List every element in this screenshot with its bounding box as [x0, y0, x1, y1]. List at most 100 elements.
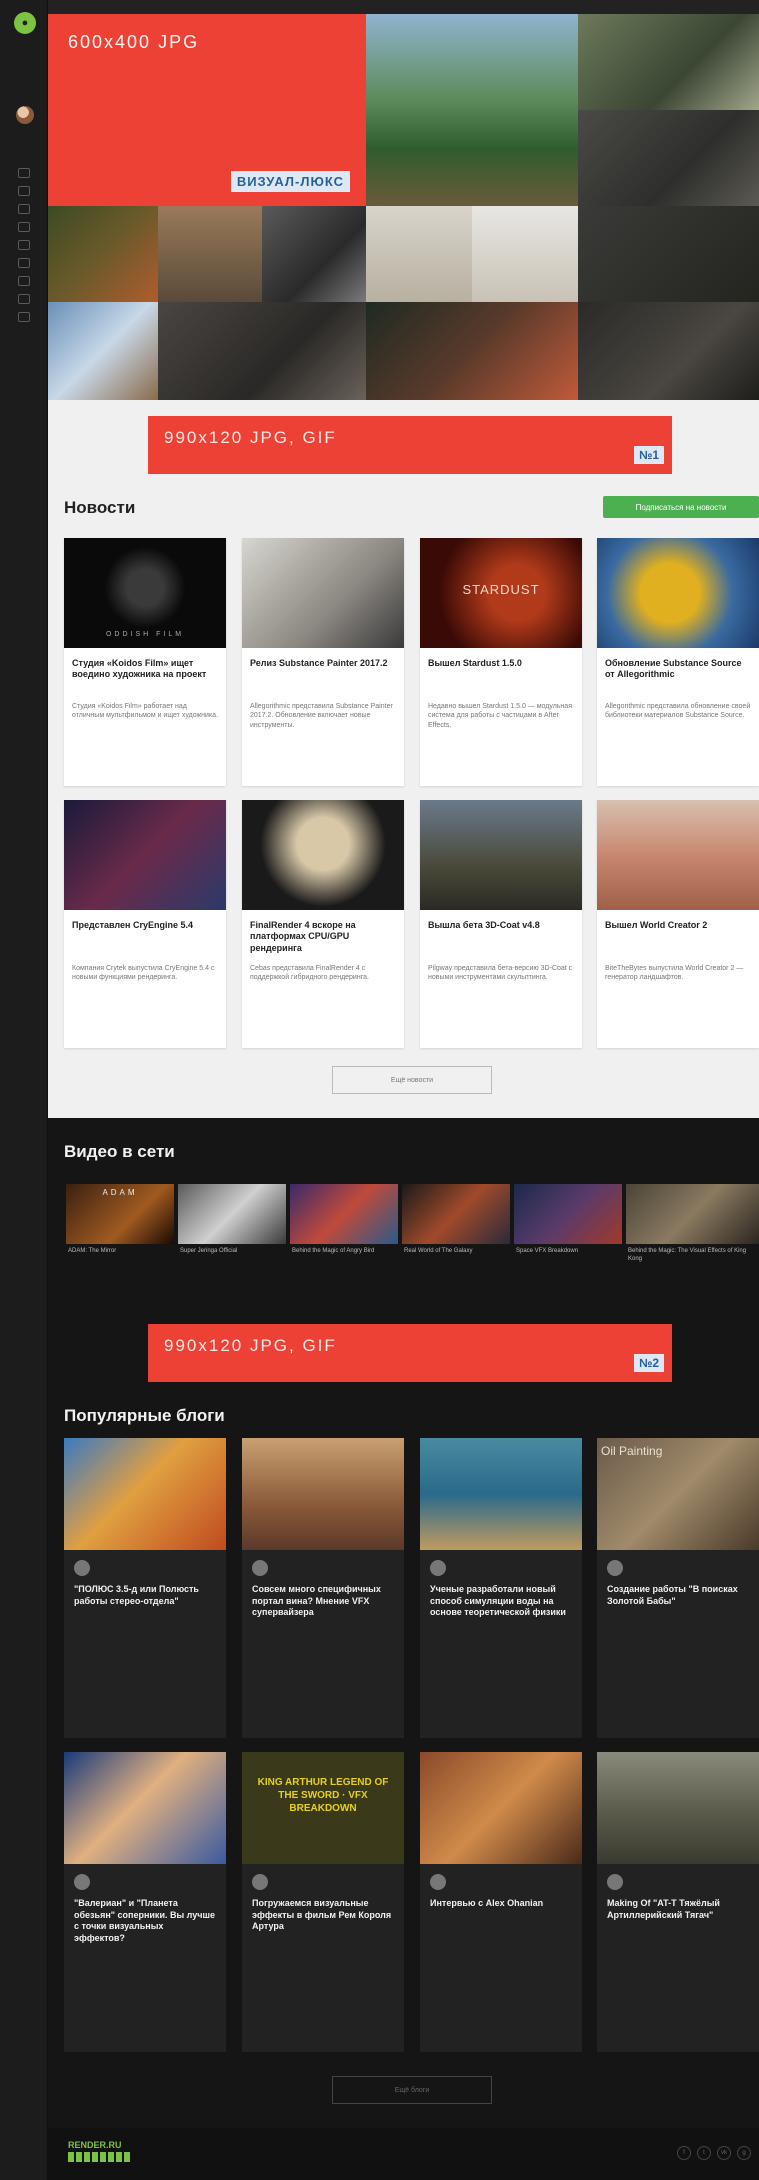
gallery-tile-room[interactable] — [158, 206, 262, 302]
blog-card[interactable]: Making Of "AT-T Тяжёлый Артиллерийский Т… — [597, 1752, 759, 2052]
toolbar-icon-5[interactable] — [18, 240, 30, 250]
hero-ad-placeholder[interactable]: 600x400 JPG ВИЗУАЛ-ЛЮКС — [48, 14, 366, 206]
footer-social-links: f t vk g — [677, 2146, 751, 2160]
more-news-button[interactable]: Ещё новости — [332, 1066, 492, 1094]
gallery-tile-window-room[interactable] — [48, 302, 158, 400]
subscribe-news-button[interactable]: Подписаться на новости — [603, 496, 759, 518]
blog-card[interactable]: "Валериан" и "Планета обезьян" соперники… — [64, 1752, 226, 2052]
gallery-tile-tropical[interactable] — [366, 14, 578, 206]
video-card-title[interactable]: Behind the Magic of Angry Bird — [290, 1244, 398, 1274]
blog-card-excerpt — [420, 1627, 582, 1673]
news-card[interactable]: Вышел World Creator 2 BiteTheBytes выпус… — [597, 800, 759, 1048]
main-content: 600x400 JPG ВИЗУАЛ-ЛЮКС 990x120 JPG, GIF… — [48, 0, 759, 2128]
footer-logo[interactable]: RENDER.RU — [68, 2140, 132, 2168]
gallery-tile-robot[interactable] — [262, 206, 366, 302]
toolbar-icon-9[interactable] — [18, 312, 30, 322]
user-avatar[interactable] — [16, 106, 34, 124]
news-card-title[interactable]: Вышел Stardust 1.5.0 — [420, 648, 582, 700]
blog-card[interactable]: Совсем много специфичных портал вина? Мн… — [242, 1438, 404, 1738]
gallery-tile-bright-room[interactable] — [366, 206, 472, 302]
google-plus-icon[interactable]: g — [737, 2146, 751, 2160]
video-card[interactable]: Real World of The Galaxy — [402, 1184, 510, 1294]
blog-card[interactable]: Oil Painting Создание работы "В поисках … — [597, 1438, 759, 1738]
gallery-tile-white-interior[interactable] — [472, 206, 578, 302]
news-card-image: STARDUST — [420, 538, 582, 648]
news-card[interactable]: STARDUST Вышел Stardust 1.5.0 Недавно вы… — [420, 538, 582, 786]
twitter-icon[interactable]: t — [697, 2146, 711, 2160]
video-card[interactable]: Super Jeringa Official — [178, 1184, 286, 1294]
blogs-heading: Популярные блоги — [64, 1406, 225, 1425]
news-card-title[interactable]: Обновление Substance Source от Allegorit… — [597, 648, 759, 700]
blog-card[interactable]: KING ARTHUR LEGEND OF THE SWORD · VFX BR… — [242, 1752, 404, 2052]
blog-card-title[interactable]: "ПОЛЮС 3.5-д или Полюсть работы стерео-о… — [64, 1580, 226, 1611]
video-card[interactable]: Behind the Magic: The Visual Effects of … — [626, 1184, 759, 1294]
video-card-image-caption: ADAM — [102, 1188, 138, 1197]
toolbar-icon-4[interactable] — [18, 222, 30, 232]
blog-author-avatar[interactable] — [252, 1874, 268, 1890]
blog-card-image: Oil Painting — [597, 1438, 759, 1550]
gallery-tile-mech[interactable] — [578, 302, 759, 400]
news-card[interactable]: FinalRender 4 вскоре на платформах CPU/G… — [242, 800, 404, 1048]
toolbar-icon-6[interactable] — [18, 258, 30, 268]
news-card[interactable]: Вышла бета 3D-Coat v4.8 Pilgway представ… — [420, 800, 582, 1048]
ad-banner-1[interactable]: 990x120 JPG, GIF №1 — [148, 416, 672, 474]
blog-card[interactable]: Интервью с Alex Ohanian — [420, 1752, 582, 2052]
news-card[interactable]: Релиз Substance Painter 2017.2 Allegorit… — [242, 538, 404, 786]
news-card-title[interactable]: Вышла бета 3D-Coat v4.8 — [420, 910, 582, 962]
news-card[interactable]: Представлен CryEngine 5.4 Компания Cryte… — [64, 800, 226, 1048]
blog-card-title[interactable]: Совсем много специфичных портал вина? Мн… — [242, 1580, 404, 1623]
blog-author-avatar[interactable] — [74, 1560, 90, 1576]
facebook-icon[interactable]: f — [677, 2146, 691, 2160]
video-card[interactable]: Space VFX Breakdown — [514, 1184, 622, 1294]
gallery-tile-fantasy-1[interactable] — [48, 206, 158, 302]
dark-section: Видео в сети ADAM ADAM: The Mirror Super… — [48, 1118, 759, 2128]
news-card[interactable]: Обновление Substance Source от Allegorit… — [597, 538, 759, 786]
blog-author-avatar[interactable] — [430, 1874, 446, 1890]
toolbar-icon-2[interactable] — [18, 186, 30, 196]
toolbar-icon-1[interactable] — [18, 168, 30, 178]
gallery-tile-dark-hall[interactable] — [578, 206, 759, 302]
blog-author-avatar[interactable] — [74, 1874, 90, 1890]
blog-card[interactable]: "ПОЛЮС 3.5-д или Полюсть работы стерео-о… — [64, 1438, 226, 1738]
video-card-title[interactable]: ADAM: The Mirror — [66, 1244, 174, 1274]
news-card[interactable]: ODDISH FILM Студия «Koidos Film» ищет во… — [64, 538, 226, 786]
blog-card-title[interactable]: Погружаемся визуальные эффекты в фильм Р… — [242, 1894, 404, 1937]
video-card[interactable]: Behind the Magic of Angry Bird — [290, 1184, 398, 1294]
blog-card-title[interactable]: Интервью с Alex Ohanian — [420, 1894, 582, 1914]
blog-author-avatar[interactable] — [607, 1560, 623, 1576]
video-card-title[interactable]: Space VFX Breakdown — [514, 1244, 622, 1274]
gallery-tile-house[interactable] — [578, 14, 759, 110]
vk-icon[interactable]: vk — [717, 2146, 731, 2160]
news-card-title[interactable]: FinalRender 4 вскоре на платформах CPU/G… — [242, 910, 404, 962]
more-blogs-button[interactable]: Ещё блоги — [332, 2076, 492, 2104]
video-card-title[interactable]: Real World of The Galaxy — [402, 1244, 510, 1274]
ad-banner-1-number: №1 — [633, 446, 664, 464]
videos-heading: Видео в сети — [64, 1142, 175, 1161]
blog-card-title[interactable]: Ученые разработали новый способ симуляци… — [420, 1580, 582, 1623]
blog-author-avatar[interactable] — [607, 1874, 623, 1890]
video-card-title[interactable]: Behind the Magic: The Visual Effects of … — [626, 1244, 759, 1274]
blog-author-avatar[interactable] — [430, 1560, 446, 1576]
news-card-image-caption: STARDUST — [462, 582, 540, 597]
gallery-tile-creature[interactable] — [158, 302, 366, 400]
ad-banner-2[interactable]: 990x120 JPG, GIF №2 — [148, 1324, 672, 1382]
news-card-title[interactable]: Представлен CryEngine 5.4 — [64, 910, 226, 962]
news-card-title[interactable]: Студия «Koidos Film» ищет воедино художн… — [64, 648, 226, 700]
blog-card-title[interactable]: Making Of "AT-T Тяжёлый Артиллерийский Т… — [597, 1894, 759, 1925]
news-card-title[interactable]: Вышел World Creator 2 — [597, 910, 759, 962]
gallery-tile-character[interactable] — [366, 302, 578, 400]
video-card-title[interactable]: Super Jeringa Official — [178, 1244, 286, 1274]
toolbar-icon-8[interactable] — [18, 294, 30, 304]
toolbar-icon-7[interactable] — [18, 276, 30, 286]
blog-author-avatar[interactable] — [252, 1560, 268, 1576]
blog-card-title[interactable]: "Валериан" и "Планета обезьян" соперники… — [64, 1894, 226, 1949]
site-logo-icon[interactable]: ● — [14, 12, 36, 34]
left-toolbar: ● — [0, 0, 48, 2180]
blog-card-title[interactable]: Создание работы "В поисках Золотой Бабы" — [597, 1580, 759, 1611]
news-card-title[interactable]: Релиз Substance Painter 2017.2 — [242, 648, 404, 700]
video-card[interactable]: ADAM ADAM: The Mirror — [66, 1184, 174, 1294]
gallery-tile-interior-dark[interactable] — [578, 110, 759, 206]
toolbar-icon-3[interactable] — [18, 204, 30, 214]
blog-card[interactable]: Ученые разработали новый способ симуляци… — [420, 1438, 582, 1738]
hero-ad-brand-label: ВИЗУАЛ-ЛЮКС — [230, 171, 350, 192]
